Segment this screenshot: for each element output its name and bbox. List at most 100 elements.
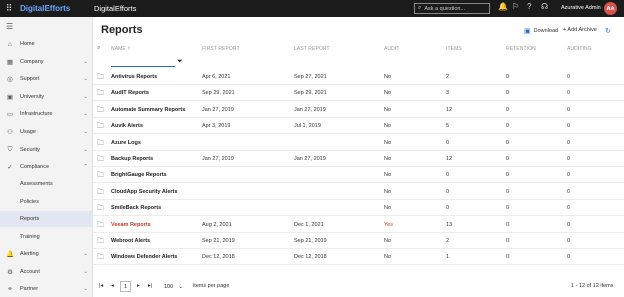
audit-status: Yes bbox=[384, 221, 393, 228]
table-row[interactable]: 🗀 Antivirus Reports Apr 6, 2021 Sep 27, 202… bbox=[93, 69, 624, 85]
report-name[interactable]: Backup Reports bbox=[111, 156, 153, 162]
app-launcher-icon[interactable]: ⠿ bbox=[0, 0, 18, 17]
sidebar-item-reports[interactable]: Reports bbox=[0, 211, 93, 227]
audit-status: No bbox=[384, 156, 392, 162]
prev-page-button[interactable]: ◂ bbox=[111, 283, 114, 289]
retention-count: 0 bbox=[506, 188, 510, 195]
sidebar-item-compliance[interactable]: ✓ Compliance ⌃ bbox=[0, 161, 93, 173]
app-name: DigitalEfforts bbox=[94, 4, 137, 13]
filter-icon[interactable]: ⏷ bbox=[177, 58, 183, 66]
folder-icon: 🗀 bbox=[97, 205, 104, 213]
auditing-count: 0 bbox=[567, 74, 571, 80]
sidebar-item-training[interactable]: Training bbox=[0, 231, 93, 243]
chevron-up-icon: ⌃ bbox=[83, 164, 88, 170]
sort-arrow-icon: ↑ bbox=[127, 46, 131, 52]
sidebar-item-home[interactable]: ⌂ Home bbox=[0, 38, 93, 50]
report-name[interactable]: Auvik Alerts bbox=[111, 123, 143, 129]
chevron-down-icon: ⌄ bbox=[83, 111, 88, 117]
sidebar-item-support[interactable]: ◎ Support ⌄ bbox=[0, 73, 93, 85]
report-name[interactable]: SmileBack Reports bbox=[111, 205, 161, 211]
column-header-items[interactable]: ITEMS bbox=[446, 46, 462, 52]
page-size-select[interactable]: 100 ⌄ bbox=[162, 281, 187, 292]
auditing-count: 0 bbox=[567, 172, 571, 179]
audit-status: No bbox=[384, 254, 392, 261]
report-name[interactable]: BrightGauge Reports bbox=[111, 172, 167, 178]
download-icon: ▣ bbox=[524, 28, 531, 35]
search-icon[interactable]: ⌕ bbox=[97, 45, 100, 52]
table-row[interactable]: 🗀 Windows Defender Alerts Dec 12, 2018 Dec … bbox=[93, 249, 624, 266]
table-row[interactable]: 🗀 Azure Logs No 0 0 0 bbox=[93, 135, 624, 151]
column-header-audit[interactable]: AUDIT bbox=[384, 46, 400, 52]
sidebar-item-infrastructure[interactable]: ▭ Infrastructure ⌄ bbox=[0, 108, 93, 120]
report-name[interactable]: Automate Summary Reports bbox=[111, 107, 185, 113]
current-page-button[interactable]: 1 bbox=[120, 281, 131, 292]
sidebar-item-security[interactable]: ⛉ Security ⌄ bbox=[0, 144, 93, 156]
table-row[interactable]: 🗀 BrightGauge Reports No 0 0 0 bbox=[93, 167, 624, 184]
table-row[interactable]: 🗀 Auvik Alerts Apr 3, 2019 Jul 1, 2019 No 5 0 0 bbox=[93, 118, 624, 135]
report-name[interactable]: Antivirus Reports bbox=[111, 74, 157, 80]
folder-icon: 🗀 bbox=[97, 106, 104, 114]
sidebar-item-usage[interactable]: ⚇ Usage ⌄ bbox=[0, 126, 93, 138]
last-page-button[interactable]: ▸| bbox=[148, 283, 152, 289]
monitor-icon: ▭ bbox=[6, 111, 14, 118]
retention-count: 0 bbox=[506, 74, 510, 80]
report-name[interactable]: Webroot Alerts bbox=[111, 238, 150, 244]
report-name[interactable]: AudIT Reports bbox=[111, 90, 149, 96]
column-header-first-report[interactable]: FIRST REPORT bbox=[202, 46, 240, 52]
report-name[interactable]: Windows Defender Alerts bbox=[111, 254, 177, 260]
sidebar-item-label: Training bbox=[20, 234, 40, 240]
table-row[interactable]: 🗀 Veeam Reports Aug 2, 2021 Dec 1, 2021 Yes 1… bbox=[93, 217, 624, 233]
support-icon[interactable]: ☊ bbox=[541, 2, 548, 11]
column-header-retention[interactable]: RETENTION bbox=[506, 46, 536, 52]
sidebar-item-assessments[interactable]: Assessments bbox=[0, 178, 93, 190]
sidebar-item-label: Support bbox=[20, 76, 40, 82]
table-row[interactable]: 🗀 SmileBack Reports No 0 0 0 bbox=[93, 200, 624, 217]
column-header-name[interactable]: NAME ↑ bbox=[111, 46, 130, 52]
report-name[interactable]: CloudApp Security Alerts bbox=[111, 189, 177, 195]
sidebar-item-company[interactable]: ▦ Company ⌄ bbox=[0, 56, 93, 68]
retention-count: 0 bbox=[506, 90, 510, 97]
report-name[interactable]: Veeam Reports bbox=[111, 222, 151, 228]
download-button[interactable]: ▣ Download bbox=[524, 27, 558, 35]
user-name[interactable]: Azurative Admin bbox=[561, 5, 601, 11]
report-name[interactable]: Azure Logs bbox=[111, 140, 141, 146]
first-page-button[interactable]: |◂ bbox=[99, 283, 103, 289]
chevron-down-icon: ⌄ bbox=[83, 269, 88, 275]
table-row[interactable]: 🗀 CloudApp Security Alerts No 0 0 0 bbox=[93, 184, 624, 200]
refresh-button[interactable]: ↻ bbox=[605, 27, 614, 35]
bell-icon[interactable]: 🔔 bbox=[498, 2, 508, 11]
audit-status: No bbox=[384, 123, 392, 130]
search-input[interactable]: ⌕ Ask a question... bbox=[414, 3, 490, 14]
sidebar-item-university[interactable]: ▣ University ⌄ bbox=[0, 91, 93, 103]
first-report-date: Apr 6, 2021 bbox=[202, 74, 231, 80]
retention-count: 0 bbox=[506, 221, 510, 228]
brand-logo[interactable]: DigitalEfforts bbox=[20, 4, 94, 13]
sidebar-item-partner[interactable]: ⚭ Partner ⌄ bbox=[0, 283, 93, 295]
audit-status: No bbox=[384, 74, 392, 80]
next-page-button[interactable]: ▸ bbox=[137, 283, 140, 289]
search-icon: ⌕ bbox=[418, 5, 422, 11]
chevron-down-icon: ⌄ bbox=[178, 283, 183, 290]
first-report-date: Sep 21, 2019 bbox=[202, 238, 235, 244]
column-header-auditing[interactable]: AUDITING bbox=[567, 46, 592, 52]
sidebar-item-label: University bbox=[20, 94, 45, 100]
table-row[interactable]: 🗀 AudIT Reports Sep 29, 2021 Sep 29, 2021 No… bbox=[93, 85, 624, 102]
table-row[interactable]: 🗀 Webroot Alerts Sep 21, 2019 Sep 21, 2019 N… bbox=[93, 233, 624, 249]
chevron-down-icon: ⌄ bbox=[83, 59, 88, 65]
name-filter-input[interactable] bbox=[111, 58, 175, 67]
table-row[interactable]: 🗀 Backup Reports Jan 27, 2019 Jan 27, 2019 N… bbox=[93, 151, 624, 167]
table-row[interactable]: 🗀 Automate Summary Reports Jan 27, 2019 Jan… bbox=[93, 102, 624, 118]
column-header-last-report[interactable]: LAST REPORT bbox=[294, 46, 330, 52]
last-report-date: Dec 12, 2018 bbox=[294, 254, 327, 261]
sidebar-item-label: Compliance bbox=[20, 164, 50, 170]
sidebar-item-policies[interactable]: Policies bbox=[0, 196, 93, 208]
sidebar-item-account[interactable]: ⚙ Account ⌄ bbox=[0, 266, 93, 278]
megaphone-icon[interactable]: ⚐ bbox=[512, 2, 519, 11]
sidebar-item-alerting[interactable]: 🔔 Alerting ⌄ bbox=[0, 248, 93, 260]
hamburger-icon[interactable]: ☰ bbox=[6, 22, 13, 31]
add-archive-button[interactable]: + Add Archive bbox=[563, 27, 597, 33]
help-icon[interactable]: ? bbox=[527, 2, 531, 11]
sidebar-item-label: Usage bbox=[20, 129, 36, 135]
avatar[interactable]: AA bbox=[604, 2, 617, 15]
download-label: Download bbox=[533, 28, 559, 34]
